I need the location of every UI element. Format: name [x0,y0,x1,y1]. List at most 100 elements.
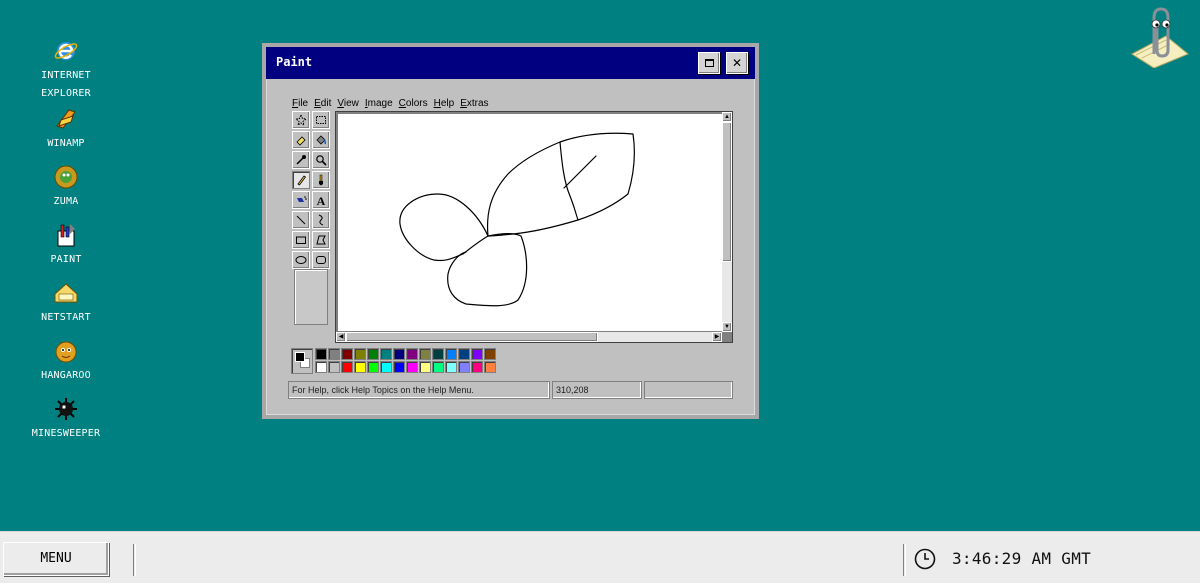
pencil-icon [297,175,307,186]
foreground-color [295,352,305,362]
rect-select-icon [316,116,326,124]
scroll-down-button[interactable]: ▼ [722,322,732,332]
color-swatch[interactable] [315,348,327,360]
color-swatch[interactable] [471,361,483,373]
brush-tool[interactable] [312,171,330,189]
brush-icon [319,174,323,186]
taskbar: MENU 3:46:29 AM GMT [0,531,1200,583]
start-menu-button[interactable]: MENU [3,542,109,576]
vertical-scroll-thumb[interactable] [722,122,732,262]
color-swatch[interactable] [484,348,496,360]
svg-text:A: A [317,194,326,206]
menu-image[interactable]: Image [365,98,393,112]
desktop-icon-winamp[interactable]: WINAMP [20,106,112,153]
desktop-icon-minesweeper[interactable]: MINESWEEPER [20,396,112,443]
color-swatch[interactable] [315,361,327,373]
color-swatch[interactable] [341,361,353,373]
color-swatch[interactable] [406,348,418,360]
color-swatch[interactable] [393,361,405,373]
color-swatch[interactable] [419,348,431,360]
tray-separator [903,544,906,576]
taskbar-separator [133,544,136,576]
color-swatch[interactable] [406,361,418,373]
menu-colors[interactable]: Colors [399,98,428,112]
menu-edit[interactable]: Edit [314,98,331,112]
color-swatch[interactable] [484,361,496,373]
desktop-icon-internet-explorer[interactable]: INTERNET EXPLORER [20,38,112,103]
line-tool[interactable] [292,211,310,229]
clippy-assistant-icon[interactable] [1130,6,1190,68]
menu-bar: File Edit View Image Colors Help Extras [292,98,495,112]
color-swatch[interactable] [458,361,470,373]
netstart-icon [54,283,78,303]
menu-help[interactable]: Help [434,98,455,112]
color-swatch[interactable] [393,348,405,360]
menu-view[interactable]: View [337,98,359,112]
fill-bucket-icon [316,135,327,145]
menu-file[interactable]: File [292,98,308,112]
scroll-up-button[interactable]: ▲ [722,112,732,122]
line-icon [296,215,306,225]
color-swatch[interactable] [354,361,366,373]
color-swatch[interactable] [354,348,366,360]
pencil-tool[interactable] [292,171,310,189]
desktop-icon-paint[interactable]: PAINT [20,222,112,269]
tool-options-panel[interactable] [294,269,328,325]
color-picker-tool[interactable] [292,151,310,169]
status-size [644,381,733,399]
desktop-icon-label: MINESWEEPER [31,428,101,439]
paint-icon [57,224,75,247]
color-swatch[interactable] [432,348,444,360]
window-title: Paint [276,55,313,69]
current-colors [291,348,313,374]
drawing-canvas[interactable] [338,114,724,331]
ellipse-icon [295,256,307,264]
color-swatch[interactable] [328,348,340,360]
eraser-icon [296,136,306,146]
color-swatch[interactable] [445,361,457,373]
rectangle-tool[interactable] [292,231,310,249]
rect-select-tool[interactable] [312,111,330,129]
eraser-tool[interactable] [292,131,310,149]
color-swatch[interactable] [458,348,470,360]
fill-tool[interactable] [312,131,330,149]
horizontal-scroll-thumb[interactable] [346,332,598,342]
title-bar[interactable]: Paint ✕ [266,47,755,79]
color-swatch[interactable] [380,348,392,360]
rounded-rectangle-icon [316,256,326,264]
eyedropper-icon [296,155,306,165]
color-swatch[interactable] [367,348,379,360]
airbrush-tool[interactable] [292,191,310,209]
curve-tool[interactable] [312,211,330,229]
close-button[interactable]: ✕ [726,52,748,74]
color-swatch[interactable] [445,348,457,360]
rounded-rectangle-tool[interactable] [312,251,330,269]
color-swatch[interactable] [328,361,340,373]
text-tool[interactable]: A [312,191,330,209]
polygon-tool[interactable] [312,231,330,249]
winamp-icon [56,109,76,129]
color-swatch[interactable] [419,361,431,373]
menu-extras[interactable]: Extras [460,98,488,112]
color-swatch[interactable] [341,348,353,360]
color-swatch[interactable] [367,361,379,373]
horizontal-scrollbar[interactable]: ◀ ▶ [336,332,722,342]
color-swatch[interactable] [471,348,483,360]
scroll-right-button[interactable]: ▶ [712,332,722,342]
magnifier-tool[interactable] [312,151,330,169]
free-form-select-tool[interactable] [292,111,310,129]
color-swatch[interactable] [380,361,392,373]
canvas-area: ▲ ▼ ◀ ▶ [335,111,733,343]
desktop-icon-hangaroo[interactable]: HANGAROO [20,338,112,385]
paint-window[interactable]: Paint ✕ File Edit View Image Colors Help… [262,43,759,419]
scroll-left-button[interactable]: ◀ [336,332,346,342]
color-swatch[interactable] [432,361,444,373]
maximize-icon [704,59,714,67]
ellipse-tool[interactable] [292,251,310,269]
status-help-text: For Help, click Help Topics on the Help … [288,381,550,399]
desktop-icon-netstart[interactable]: NETSTART [20,280,112,327]
desktop-icon-zuma[interactable]: ZUMA [20,164,112,211]
maximize-button[interactable] [698,52,720,74]
vertical-scrollbar[interactable]: ▲ ▼ [722,112,732,332]
minesweeper-icon [55,398,77,420]
